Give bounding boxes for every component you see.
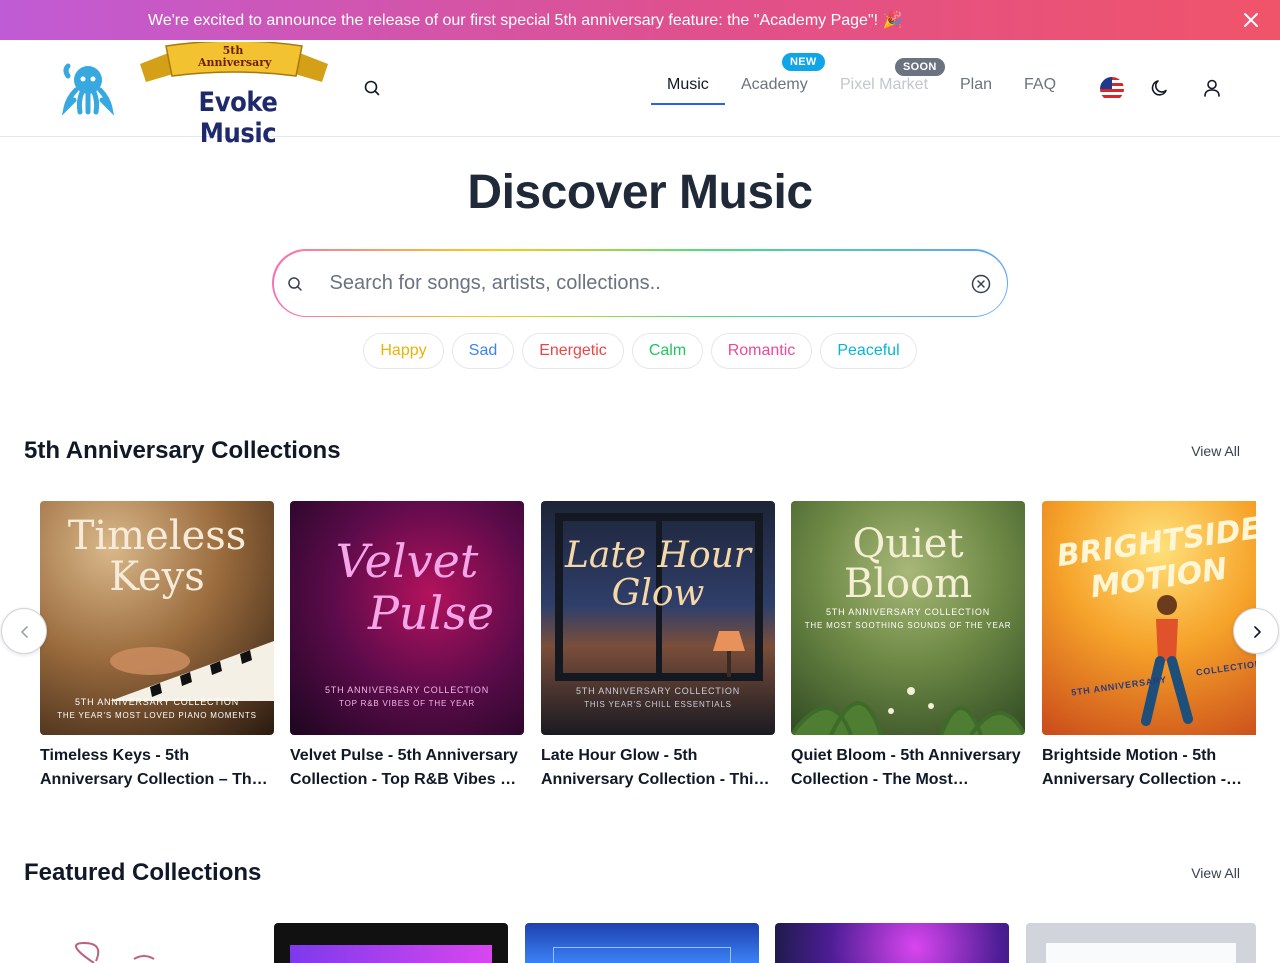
cover-subtitle: 5TH ANNIVERSARY COLLECTION (324, 685, 489, 695)
page-title: Discover Music (467, 166, 813, 219)
close-icon[interactable] (1240, 9, 1262, 31)
section-title-featured: Featured Collections (24, 859, 262, 886)
cover-subtitle: 5TH ANNIVERSARY COLLECTION (575, 686, 740, 696)
featured-cover (553, 947, 731, 963)
featured-cover (1046, 943, 1236, 963)
site-header: 5th Anniversary Evoke Music Music Academ… (0, 40, 1280, 149)
nav-music[interactable]: Music (667, 76, 709, 94)
collection-card[interactable]: Velvet Pulse 5TH ANNIVERSARY COLLECTION … (290, 501, 524, 792)
collection-cover: Timeless Keys 5TH ANNIVERSARY COLLECTION… (40, 501, 274, 735)
us-flag-icon[interactable] (1100, 77, 1124, 101)
brand-logo[interactable]: 5th Anniversary Evoke Music (136, 42, 332, 149)
moon-icon[interactable] (1149, 77, 1171, 99)
collection-card[interactable]: Quiet Bloom 5TH ANNIVERSARY COLLECTION T… (791, 501, 1025, 792)
nav-active-indicator (651, 103, 725, 105)
nav-plan[interactable]: Plan (960, 76, 992, 94)
section-title-anniversary: 5th Anniversary Collections (24, 437, 341, 464)
collection-card[interactable]: Late Hour Glow 5TH ANNIVERSARY COLLECTIO… (541, 501, 775, 792)
view-all-featured-link[interactable]: View All (1191, 865, 1240, 881)
mood-chip-peaceful[interactable]: Peaceful (820, 333, 917, 369)
cover-subtitle: THE YEAR'S MOST LOVED PIANO MOMENTS (57, 711, 257, 720)
collection-cover: Velvet Pulse 5TH ANNIVERSARY COLLECTION … (290, 501, 524, 735)
user-icon[interactable] (1201, 77, 1223, 99)
featured-card[interactable] (525, 923, 759, 963)
cover-title: Timeless (67, 513, 247, 559)
flowers-icon (791, 687, 1025, 735)
collection-caption: Quiet Bloom - 5th Anniversary Collection… (791, 747, 1021, 788)
collection-card[interactable]: BRIGHTSIDE MOTION 5TH ANNIVERSARY COLLEC… (1042, 501, 1256, 792)
chevron-left-icon (21, 626, 28, 638)
mood-chip-sad[interactable]: Sad (452, 333, 514, 369)
cover-title: Quiet (852, 521, 964, 567)
carousel-prev-button[interactable] (1, 608, 47, 654)
anniversary-label: 5th Anniversary (198, 44, 272, 69)
walking-person-icon (1141, 595, 1193, 726)
collection-caption: Brightside Motion - 5th Anniversary Coll… (1042, 747, 1227, 788)
announcement-bar: We're excited to announce the release of… (0, 0, 1280, 40)
collection-cover: Quiet Bloom 5TH ANNIVERSARY COLLECTION T… (791, 501, 1025, 735)
piano-keys-icon (110, 641, 274, 701)
cover-subtitle: TOP R&B VIBES OF THE YEAR (339, 699, 475, 708)
cover-title: Keys (109, 554, 205, 600)
cover-subtitle: 5TH ANNIVERSARY COLLECTION (825, 607, 990, 617)
view-all-anniversary-link[interactable]: View All (1191, 443, 1240, 459)
cover-title: Pulse (367, 586, 495, 640)
featured-cover (290, 945, 492, 963)
search-bar (272, 249, 1008, 317)
announcement-text: We're excited to announce the release of… (148, 12, 903, 29)
collection-caption: Timeless Keys - 5th Anniversary Collecti… (40, 747, 261, 788)
search-icon[interactable] (362, 78, 382, 98)
collection-cover: Late Hour Glow 5TH ANNIVERSARY COLLECTIO… (541, 501, 775, 735)
clear-icon[interactable] (970, 273, 992, 295)
chevron-right-icon (1254, 626, 1261, 638)
cover-subtitle: 5TH ANNIVERSARY COLLECTION (74, 697, 239, 707)
cover-title: Late Hour (564, 535, 752, 576)
cover-title: Glow (611, 573, 705, 614)
featured-card[interactable] (775, 923, 1009, 963)
nav-pixel-market: Pixel Market (840, 76, 929, 93)
featured-card[interactable] (24, 923, 258, 963)
carousel-next-button[interactable] (1233, 608, 1279, 654)
collection-caption: Velvet Pulse - 5th Anniversary Collectio… (290, 747, 518, 788)
featured-card[interactable] (1026, 923, 1256, 963)
script-logo-icon (75, 941, 155, 963)
search-icon (287, 276, 302, 291)
octopus-logo-icon[interactable] (60, 60, 116, 116)
search-input[interactable] (329, 266, 930, 301)
mood-chip-energetic[interactable]: Energetic (522, 333, 624, 369)
mood-chip-romantic[interactable]: Romantic (711, 333, 812, 369)
cover-subtitle: THE MOST SOOTHING SOUNDS OF THE YEAR (804, 621, 1012, 630)
soon-badge: SOON (895, 58, 945, 76)
new-badge: NEW (782, 53, 825, 71)
nav-academy[interactable]: Academy (741, 76, 808, 94)
collection-cover: BRIGHTSIDE MOTION 5TH ANNIVERSARY COLLEC… (1042, 501, 1256, 735)
collection-card[interactable]: Timeless Keys 5TH ANNIVERSARY COLLECTION… (40, 501, 274, 792)
collection-caption: Late Hour Glow - 5th Anniversary Collect… (541, 747, 763, 788)
cover-subtitle: THIS YEAR'S CHILL ESSENTIALS (584, 700, 732, 709)
mood-chip-happy[interactable]: Happy (363, 333, 444, 369)
mood-chip-calm[interactable]: Calm (632, 333, 703, 369)
featured-card[interactable] (274, 923, 508, 963)
nav-faq[interactable]: FAQ (1024, 76, 1056, 94)
cover-title: Bloom (843, 561, 973, 607)
brand-name: Evoke Music (198, 87, 278, 149)
cover-title: Velvet (335, 534, 479, 588)
